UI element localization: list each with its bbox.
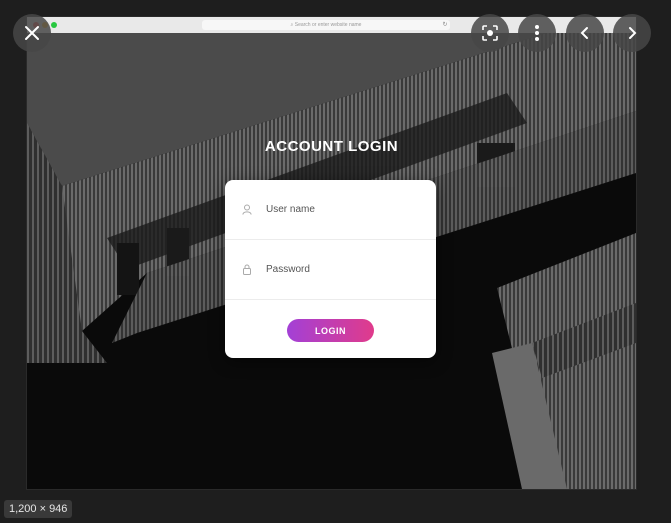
lens-icon[interactable]: [471, 14, 509, 52]
address-bar[interactable]: ⌕ Search or enter website name ↻: [202, 20, 450, 30]
chevron-left-icon[interactable]: [566, 14, 604, 52]
password-field[interactable]: Password: [225, 240, 436, 300]
username-field[interactable]: User name: [225, 180, 436, 240]
reload-icon[interactable]: ↻: [440, 20, 450, 30]
page-title: ACCOUNT LOGIN: [264, 138, 399, 155]
login-card: User name Password LOGIN: [225, 180, 436, 358]
address-placeholder: Search or enter website name: [294, 22, 362, 28]
user-icon: [242, 204, 252, 215]
chevron-right-icon[interactable]: [613, 14, 651, 52]
close-icon[interactable]: [13, 14, 51, 52]
screenshot-frame: ⌕ Search or enter website name ↻ ACCOUNT…: [27, 17, 636, 489]
lock-icon: [242, 264, 252, 275]
username-placeholder: User name: [266, 204, 315, 215]
image-dimensions-badge: 1,200 × 946: [4, 500, 73, 518]
more-vertical-icon[interactable]: [518, 14, 556, 52]
login-button[interactable]: LOGIN: [287, 319, 374, 342]
maximize-window-dot[interactable]: [51, 22, 57, 28]
password-placeholder: Password: [266, 264, 310, 275]
